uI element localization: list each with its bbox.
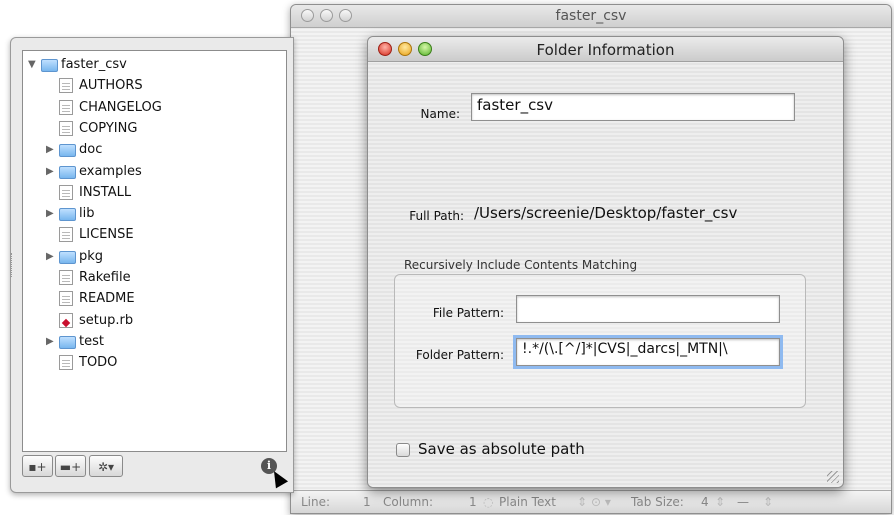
- file-pattern-field[interactable]: [516, 295, 780, 323]
- disclosure-triangle-icon[interactable]: ▶: [46, 247, 56, 267]
- tree-item-label: faster_csv: [61, 57, 127, 72]
- tree-item-label: Rakefile: [79, 270, 131, 285]
- tree-item[interactable]: ▼ faster_csv: [23, 55, 286, 75]
- chevron-updown-icon: ⇕: [715, 495, 726, 509]
- tree-item[interactable]: ▶ pkg: [23, 247, 286, 267]
- dialog-titlebar[interactable]: Folder Information: [368, 37, 843, 62]
- file-tree[interactable]: ▼ faster_csv AUTHORS CHANGELOG COPYING ▶ doc ▶ e…: [22, 50, 287, 452]
- language-popup[interactable]: Plain Text: [499, 495, 556, 509]
- document-icon: [59, 78, 73, 94]
- line-value: 1: [363, 495, 371, 509]
- add-file-button[interactable]: ▪+: [22, 455, 53, 477]
- tree-item[interactable]: README: [23, 289, 286, 309]
- tree-item[interactable]: ▶ examples: [23, 162, 286, 182]
- tree-item[interactable]: INSTALL: [23, 183, 286, 203]
- line-label: Line:: [301, 495, 331, 509]
- document-icon: [59, 227, 73, 243]
- chevron-updown-icon: ⇕: [763, 495, 774, 509]
- document-icon: [59, 184, 73, 200]
- tab-size-label[interactable]: Tab Size:: [631, 495, 684, 509]
- editor-titlebar[interactable]: faster_csv: [291, 5, 891, 28]
- folder-icon: [59, 165, 76, 179]
- folder-icon: [59, 144, 76, 158]
- name-field[interactable]: faster_csv: [471, 93, 795, 121]
- language-icon: ◌: [483, 495, 494, 509]
- resize-grip-icon[interactable]: [827, 471, 839, 483]
- document-icon: [59, 120, 73, 136]
- tree-item[interactable]: CHANGELOG: [23, 98, 286, 118]
- disclosure-triangle-icon[interactable]: ▶: [46, 204, 56, 224]
- column-label: Column:: [383, 495, 433, 509]
- folder-pattern-field[interactable]: !.*/(\.[^/]*|CVS|_darcs|_MTN|\: [516, 338, 780, 366]
- tree-item-label: setup.rb: [79, 312, 134, 328]
- tree-item[interactable]: COPYING: [23, 119, 286, 139]
- full-path-label: Full Path:: [409, 209, 464, 223]
- tree-item[interactable]: ▶ test: [23, 332, 286, 352]
- folder-icon: [41, 59, 58, 72]
- folder-pattern-label: Folder Pattern:: [415, 348, 504, 362]
- name-label: Name:: [420, 107, 460, 121]
- tree-item[interactable]: AUTHORS: [23, 76, 286, 96]
- document-icon: [59, 99, 73, 115]
- tree-item[interactable]: setup.rb: [23, 311, 286, 331]
- status-bar: Line: 1 Column: 1 ◌ Plain Text ⇕ ⊙ ▾ Tab…: [291, 490, 891, 513]
- disclosure-triangle-icon[interactable]: ▶: [46, 140, 56, 160]
- ruby-file-icon: [59, 312, 73, 328]
- file-pattern-label: File Pattern:: [432, 306, 504, 320]
- new-folder-icon: ▬+: [59, 460, 82, 474]
- folder-icon: [59, 250, 76, 264]
- tree-item-label: examples: [79, 163, 142, 179]
- chevron-updown-icon: ⇕: [577, 495, 588, 509]
- dash-popup[interactable]: —: [737, 495, 749, 509]
- folder-icon: [59, 335, 76, 349]
- gear-icon: ✲▾: [97, 460, 115, 474]
- tree-item-label: TODO: [79, 355, 118, 371]
- folder-information-window: Folder Information Name: faster_csv Full…: [367, 36, 844, 488]
- absolute-path-label[interactable]: Save as absolute path: [418, 440, 585, 458]
- column-value: 1: [469, 495, 477, 509]
- tree-item-label: AUTHORS: [79, 78, 143, 94]
- disclosure-triangle-open-icon[interactable]: ▼: [28, 55, 38, 75]
- drawer-resize-handle[interactable]: [11, 253, 15, 277]
- absolute-path-checkbox[interactable]: [396, 443, 410, 457]
- tree-item-label: doc: [79, 142, 103, 158]
- dialog-body: Name: faster_csv Full Path: /Users/scree…: [368, 62, 843, 487]
- disclosure-triangle-icon[interactable]: ▶: [46, 332, 56, 352]
- group-title: Recursively Include Contents Matching: [404, 258, 638, 272]
- dialog-title: Folder Information: [536, 41, 675, 59]
- project-drawer: ▼ faster_csv AUTHORS CHANGELOG COPYING ▶ doc ▶ e…: [10, 37, 294, 493]
- tree-item-label: README: [79, 291, 135, 307]
- folder-icon: [59, 208, 76, 222]
- tree-item[interactable]: TODO: [23, 353, 286, 373]
- document-icon: [59, 270, 73, 285]
- tree-item[interactable]: LICENSE: [23, 225, 286, 245]
- tree-item-label: lib: [79, 206, 95, 222]
- disclosure-triangle-icon[interactable]: ▶: [46, 162, 56, 182]
- tree-item-label: pkg: [79, 248, 104, 264]
- tree-item[interactable]: ▶ lib: [23, 204, 286, 224]
- new-file-icon: ▪+: [28, 460, 47, 474]
- action-menu-button[interactable]: ✲▾: [89, 455, 123, 477]
- tree-item-label: test: [79, 333, 104, 349]
- drawer-toolbar: ▪+ ▬+ ✲▾ i: [22, 455, 285, 479]
- document-icon: [59, 355, 73, 371]
- tree-item-label: CHANGELOG: [79, 99, 162, 115]
- tree-item-label: INSTALL: [79, 184, 132, 200]
- document-icon: [59, 291, 73, 307]
- tree-item-label: COPYING: [79, 120, 138, 136]
- tree-item[interactable]: Rakefile: [23, 268, 286, 288]
- tree-item[interactable]: ▶ doc: [23, 140, 286, 160]
- tab-size-value[interactable]: 4: [701, 495, 709, 509]
- editor-title: faster_csv: [555, 8, 627, 24]
- tree-item-label: LICENSE: [79, 227, 134, 243]
- symbol-popup-icon[interactable]: ⊙ ▾: [591, 495, 611, 509]
- full-path-value: /Users/screenie/Desktop/faster_csv: [474, 204, 738, 222]
- add-folder-button[interactable]: ▬+: [55, 455, 86, 477]
